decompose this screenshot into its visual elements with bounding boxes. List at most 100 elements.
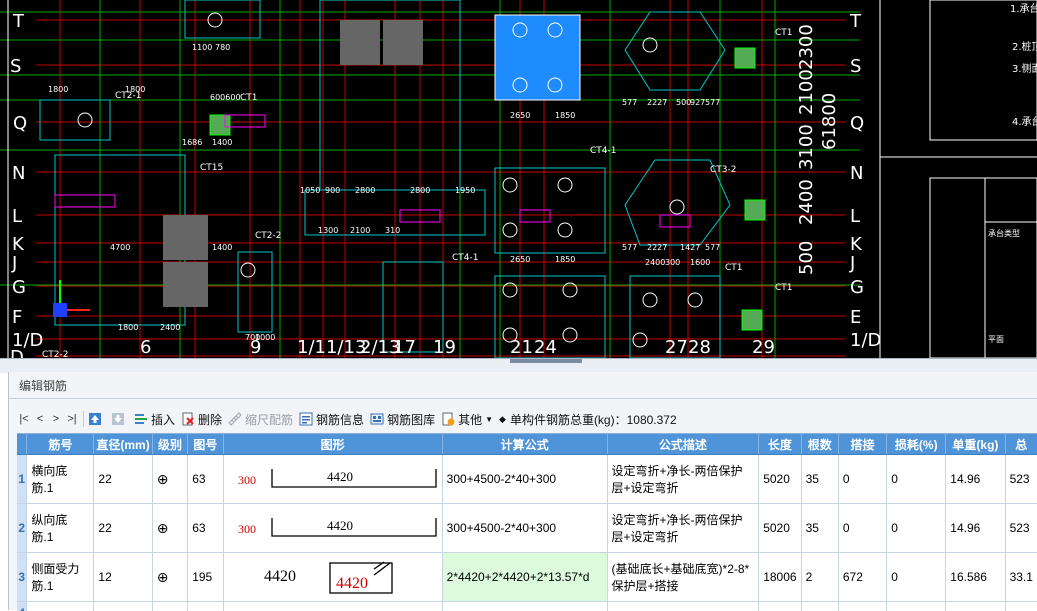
cell-shape[interactable]: 4420 4420 — [223, 553, 442, 602]
cell-unit-weight[interactable]: 14.96 — [946, 504, 1005, 553]
cell-loss[interactable]: 0 — [887, 553, 946, 602]
rebar-info-button[interactable]: 钢筋信息 — [299, 411, 364, 428]
col-header-number[interactable]: 筋号 — [27, 434, 94, 455]
col-header-diameter[interactable]: 直径(mm) — [94, 434, 152, 455]
pile-circle — [558, 178, 572, 192]
rebar-mark — [55, 195, 115, 207]
cell-description[interactable]: (基础底长+基础底宽)*2-8*保护层+搭接 — [607, 553, 759, 602]
cell-total-weight[interactable]: 523 — [1005, 504, 1037, 553]
cell-count[interactable]: 2 — [801, 553, 838, 602]
dimension-text: 500 — [676, 98, 691, 107]
dimension-text: 2400 — [645, 258, 665, 267]
cell-total-weight[interactable]: 523 — [1005, 455, 1037, 504]
cell-diameter[interactable]: 12 — [94, 553, 152, 602]
cell-figure-no[interactable]: 195 — [188, 553, 223, 602]
cell-length[interactable]: 18006 — [759, 553, 801, 602]
rebar-library-button[interactable]: 钢筋图库 — [370, 411, 435, 428]
col-header-lap[interactable]: 搭接 — [838, 434, 886, 455]
cell-grade[interactable]: ⊕ — [152, 504, 187, 553]
first-record-button[interactable]: |< — [17, 413, 31, 425]
cell-bar-number[interactable]: 纵向底筋.1 — [27, 504, 94, 553]
column-marker — [745, 200, 765, 220]
cell-bar-number[interactable]: 横向底筋.1 — [27, 455, 94, 504]
col-header-formula[interactable]: 计算公式 — [442, 434, 607, 455]
cell-lap[interactable]: 672 — [838, 553, 886, 602]
last-record-button[interactable]: >| — [65, 413, 79, 425]
bar-shape-closed: 4420 4420 — [224, 553, 442, 598]
cell-shape[interactable]: 300 4420 — [223, 504, 442, 553]
row-number[interactable]: 2 — [17, 504, 27, 553]
scale-config-button[interactable]: 缩尺配筋 — [228, 411, 293, 428]
grid-label-bottom: 29 — [752, 337, 775, 358]
grid-label-left: N — [12, 163, 25, 184]
pile-cap-outline — [185, 0, 260, 38]
table-row[interactable]: 2 纵向底筋.1 22 ⊕ 63 300 4420 300+4500-2*40+… — [17, 504, 1037, 553]
col-header-shape[interactable]: 图形 — [223, 434, 442, 455]
dimension-text: 1000 — [255, 333, 275, 342]
ucs-origin-icon — [53, 303, 67, 317]
row-number[interactable]: 1 — [17, 455, 27, 504]
cell-bar-number[interactable]: 侧面受力筋.1 — [27, 553, 94, 602]
scale-config-label: 缩尺配筋 — [245, 411, 293, 428]
other-menu-button[interactable]: 其他 ▼ — [441, 411, 493, 428]
cell-diameter[interactable]: 22 — [94, 504, 152, 553]
cell-loss[interactable]: 0 — [887, 504, 946, 553]
cad-drawing-canvas[interactable]: TSQNLKJGF1/DDTSQNLKJGE1/D691/11/132/1317… — [0, 0, 1037, 358]
grid-label-bottom: 21 — [510, 337, 533, 358]
cell-formula[interactable]: 300+4500-2*40+300 — [442, 504, 607, 553]
cell-shape[interactable]: 300 4420 — [223, 455, 442, 504]
rebar-mark — [225, 115, 265, 127]
prev-record-button[interactable]: < — [33, 413, 47, 425]
pile-circle — [670, 200, 684, 214]
column-marker — [735, 48, 755, 68]
col-header-description[interactable]: 公式描述 — [607, 434, 759, 455]
cell-length[interactable]: 5020 — [759, 504, 801, 553]
hatched-area — [383, 20, 423, 65]
legend-table-label: 承台类型 — [988, 228, 1020, 238]
bar-shape-u: 300 4420 — [224, 455, 442, 500]
col-header-loss[interactable]: 损耗(%) — [887, 434, 946, 455]
cell-diameter[interactable]: 22 — [94, 455, 152, 504]
move-down-button[interactable] — [111, 412, 128, 426]
col-header-count[interactable]: 根数 — [801, 434, 838, 455]
cell-unit-weight[interactable]: 14.96 — [946, 455, 1005, 504]
delete-button[interactable]: 删除 — [181, 411, 222, 428]
col-header-unit-weight[interactable]: 单重(kg) — [946, 434, 1005, 455]
rebar-table: 筋号 直径(mm) 级别 图号 图形 计算公式 公式描述 长度 根数 搭接 损耗… — [17, 433, 1037, 611]
cell-grade[interactable]: ⊕ — [152, 455, 187, 504]
cell-figure-no[interactable]: 63 — [188, 504, 223, 553]
cell-formula[interactable]: 300+4500-2*40+300 — [442, 455, 607, 504]
cell-description[interactable]: 设定弯折+净长-两倍保护层+设定弯折 — [607, 455, 759, 504]
cell-formula[interactable]: 2*4420+2*4420+2*13.57*d — [442, 553, 607, 602]
cell-loss[interactable]: 0 — [887, 455, 946, 504]
cell-lap[interactable]: 0 — [838, 455, 886, 504]
col-header-figure-no[interactable]: 图号 — [188, 434, 223, 455]
cell-figure-no[interactable]: 63 — [188, 455, 223, 504]
dimension-text: 2227 — [647, 98, 667, 107]
table-row[interactable]: 3 侧面受力筋.1 12 ⊕ 195 4420 4420 2*4420+2*44… — [17, 553, 1037, 602]
panel-splitter[interactable] — [0, 358, 1037, 373]
cell-count[interactable]: 35 — [801, 504, 838, 553]
col-header-total[interactable]: 总 — [1005, 434, 1037, 455]
cell-total-weight[interactable]: 33.1 — [1005, 553, 1037, 602]
table-row[interactable]: 1 横向底筋.1 22 ⊕ 63 300 4420 300+4500-2*40+… — [17, 455, 1037, 504]
cell-lap[interactable]: 0 — [838, 504, 886, 553]
cell-count[interactable]: 35 — [801, 455, 838, 504]
cell-length[interactable]: 5020 — [759, 455, 801, 504]
cell-grade[interactable]: ⊕ — [152, 553, 187, 602]
cap-label: CT1 — [725, 263, 743, 273]
insert-button[interactable]: 插入 — [134, 411, 175, 428]
dimension-text: 1400 — [212, 243, 232, 252]
col-header-length[interactable]: 长度 — [759, 434, 801, 455]
cell-unit-weight[interactable]: 16.586 — [946, 553, 1005, 602]
col-header-grade[interactable]: 级别 — [152, 434, 187, 455]
move-down-icon — [111, 412, 125, 426]
cell-description[interactable]: 设定弯折+净长-两倍保护层+设定弯折 — [607, 504, 759, 553]
dropdown-arrow-icon: ▼ — [485, 415, 493, 424]
panel-divider — [9, 398, 1037, 399]
splitter-grip-icon[interactable] — [510, 359, 582, 363]
row-number[interactable]: 3 — [17, 553, 27, 602]
next-record-button[interactable]: > — [49, 413, 63, 425]
shape-main-value: 4420 — [327, 469, 353, 484]
move-up-button[interactable] — [88, 412, 105, 426]
